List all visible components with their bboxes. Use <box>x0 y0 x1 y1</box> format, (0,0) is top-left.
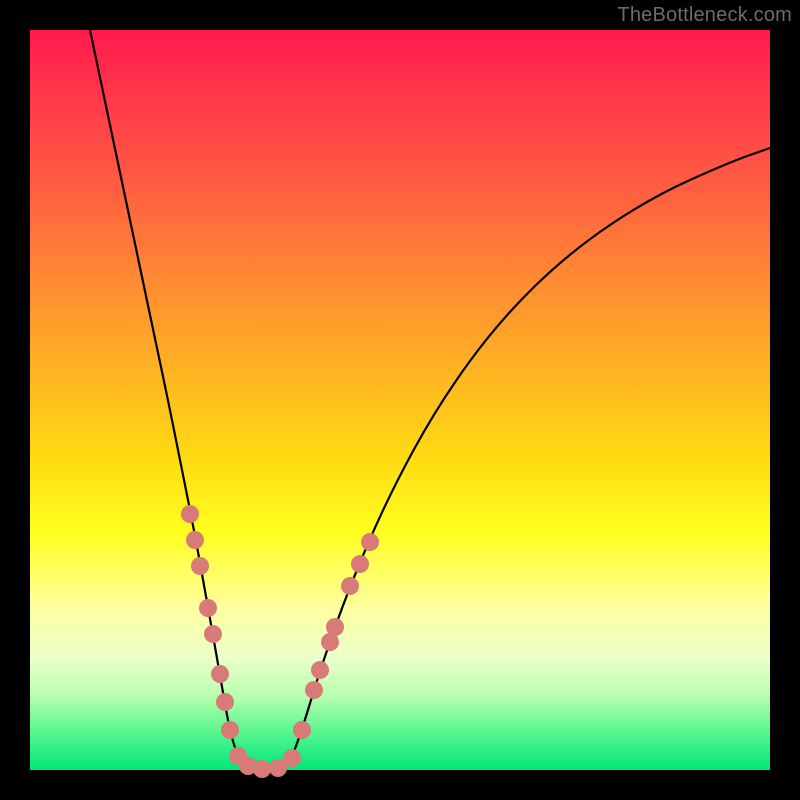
data-marker <box>221 721 239 739</box>
data-marker <box>293 721 311 739</box>
data-marker <box>351 555 369 573</box>
data-marker <box>341 577 359 595</box>
curve-group <box>90 30 770 769</box>
data-marker <box>305 681 323 699</box>
data-marker <box>211 665 229 683</box>
data-marker <box>204 625 222 643</box>
markers-group <box>181 505 379 778</box>
data-marker <box>311 661 329 679</box>
watermark-text: TheBottleneck.com <box>617 4 792 27</box>
chart-svg <box>30 30 770 770</box>
data-marker <box>283 749 301 767</box>
data-marker <box>253 760 271 778</box>
data-marker <box>199 599 217 617</box>
bottleneck-curve <box>90 30 770 769</box>
data-marker <box>186 531 204 549</box>
data-marker <box>181 505 199 523</box>
data-marker <box>191 557 209 575</box>
plot-area <box>30 30 770 770</box>
chart-frame: TheBottleneck.com <box>0 0 800 800</box>
data-marker <box>361 533 379 551</box>
data-marker <box>216 693 234 711</box>
data-marker <box>326 618 344 636</box>
